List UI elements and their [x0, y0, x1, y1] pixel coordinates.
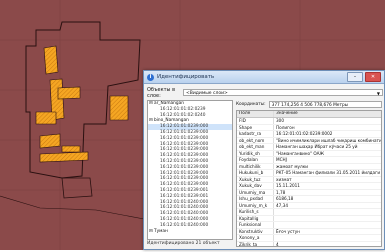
field-name-cell: multichilik [237, 163, 274, 169]
dialog-titlebar[interactable]: i Идентифицировать – ✕ [144, 71, 384, 84]
tree-item-label: 16:12:01:01:0239:000 [160, 141, 209, 147]
field-value-cell [274, 222, 381, 228]
road-line [0, 195, 161, 223]
tree-item-label: 16:12:01:01:02:0240 [160, 112, 206, 118]
building-parcel[interactable] [39, 151, 89, 163]
column-header-value[interactable]: Значение [274, 111, 381, 117]
coords-value[interactable]: 377 174,256 4 506 778,676 Метры [268, 100, 382, 108]
field-value-cell: 4 [276, 241, 279, 247]
field-name-cell: Zikrik_ta [237, 241, 274, 246]
info-icon: i [147, 73, 154, 81]
field-name-cell: Konstruktiv [237, 228, 274, 234]
field-value-cell: РКТ-05 Наманган филиали 31.05.2011 йилда… [276, 170, 381, 175]
field-name-cell: Yuridik_sh [237, 150, 274, 156]
identify-dialog: i Идентифицировать – ✕ Объекты в слое: <… [143, 70, 385, 250]
tree-item-label: 16:12:01:01:0239:000 [160, 153, 209, 159]
field-name-cell: Foydalan [237, 157, 274, 163]
column-header-field[interactable]: Поле [237, 111, 274, 117]
tree-item-label: 16:12:01:01:0240:000 [160, 216, 209, 222]
results-tree[interactable]: ⊟ ar_Namangan 16:12:01:01:02:0239 16:12:01… [147, 100, 233, 240]
building-parcel[interactable] [57, 86, 81, 100]
dialog-title: Идентифицировать [157, 74, 215, 80]
coords-row: Координаты: 377 174,256 4 506 778,676 Ме… [236, 100, 382, 108]
field-name-cell: kadastr_ra [237, 131, 274, 137]
tree-item-label: 16:12:01:01:0239:000 [160, 170, 209, 176]
field-value-cell [274, 209, 381, 215]
field-name-cell: ob_ekt_nom [237, 137, 274, 143]
field-name-cell: Funksional [237, 222, 274, 228]
field-value-cell: "Вино ичимликлари ишлаб чиқариш комбинат… [276, 137, 381, 143]
field-name-cell: Ishu_pxdad [237, 196, 274, 202]
building-parcel[interactable] [43, 45, 59, 75]
field-value-cell [274, 216, 381, 222]
field-value-cell: 300 [276, 118, 284, 123]
field-value-cell: хизмат [276, 176, 292, 182]
table-row[interactable]: Zikrik_ta 4 [237, 241, 381, 247]
tree-item-label: 16:12:01:01:0240:000 [160, 222, 209, 228]
field-value-cell: "Наманганвино" ОАЖ [276, 150, 325, 156]
tree-item-label: bino_Namangan [153, 118, 189, 124]
field-value-cell: 16:12:01:01:02:0239:0002 [276, 131, 333, 136]
field-name-cell: Xonony_a [237, 235, 274, 241]
field-name-cell: Kurilish_s [237, 209, 274, 215]
field-name-cell: Shape [237, 124, 274, 130]
parcel-outline[interactable] [61, 177, 93, 199]
chevron-down-icon: ▼ [376, 91, 380, 96]
field-value-cell [274, 235, 381, 241]
field-name-cell: Umumiy_ma [237, 189, 274, 195]
field-name-cell: Xukuk_tuz [237, 176, 274, 182]
coords-label: Координаты: [236, 101, 266, 107]
tree-item-label: 16:12:01:01:0239:001 [160, 193, 209, 199]
grid-header: Поле Значение [237, 111, 381, 118]
tree-item-label: 16:12:01:01:0239:000 [160, 182, 209, 188]
status-text: Идентифицировано 21 объект [147, 241, 220, 246]
minimize-button[interactable]: – [347, 72, 363, 82]
attributes-grid[interactable]: Поле Значение FID 300 Shape Полигон kadastr_… [236, 110, 382, 247]
tree-item-label: 16:12:01:01:0239:000 [160, 158, 209, 164]
field-value-cell: 15.11.2011 [276, 183, 300, 188]
layer-select-value: <Видимые слои> [186, 91, 228, 96]
tree-item-label: 16:12:01:01:0239:000 [160, 176, 209, 182]
field-value-cell: Полигон [276, 124, 295, 130]
layer-row: Объекты в слое: <Видимые слои> ▼ [147, 86, 383, 99]
field-name-cell: ob_ekt_man [237, 144, 274, 150]
close-button[interactable]: ✕ [365, 72, 381, 82]
layer-label: Объекты в слое: [147, 86, 176, 99]
field-name-cell: Xukuk_dav [237, 183, 274, 189]
field-value-cell: Ёғоч устун [276, 228, 300, 234]
tree-layer-node[interactable]: ⊟ Туман [148, 229, 232, 235]
tree-item-label: 16:12:01:01:0240:000 [160, 199, 209, 205]
layer-select[interactable]: <Видимые слои> ▼ [183, 89, 383, 96]
tree-item-label: 16:12:01:01:0240:000 [160, 205, 209, 211]
field-value-cell: 1,78 [276, 189, 286, 195]
field-value-cell: 6186,18 [276, 196, 294, 201]
tree-item-label: Туман [153, 228, 168, 234]
tree-item-label: ar_Namangan [153, 101, 184, 106]
tree-item-label: 16:12:01:01:0239:000 [160, 164, 209, 170]
tree-item-label: 16:12:01:01:0239:001 [160, 187, 209, 193]
building-parcel[interactable] [109, 95, 129, 121]
tree-item-label: 16:12:01:01:0239:000 [160, 129, 209, 135]
tree-item-label: 16:12:01:01:0239:000 [160, 147, 209, 153]
field-value-cell: 47,34 [276, 202, 288, 208]
tree-item-label: 16:12:01:01:02:0239 [160, 106, 206, 112]
tree-item-label: 16:12:01:01:0239:000 [160, 135, 209, 141]
tree-item-label: 16:12:01:01:0240:000 [160, 211, 209, 217]
field-value-cell: жамоат мулки [276, 163, 308, 169]
field-name-cell: Kapitallig [237, 215, 274, 221]
building-parcel[interactable] [39, 133, 61, 149]
building-parcel[interactable] [61, 145, 81, 153]
field-name-cell: Hukukuni_b [237, 170, 274, 176]
field-name-cell: Umumiy_m_k [237, 202, 274, 208]
tree-item-label: 16:12:01:01:0239:000 [160, 124, 209, 130]
field-name-cell: FID [237, 118, 274, 124]
field-value-cell: Наманган шаҳар Ибрат кўчаси 25 уй [276, 144, 358, 149]
grid-body: FID 300 Shape Полигон kadastr_ra 16:12:01:01:… [237, 118, 381, 247]
field-value-cell: MCHJ [276, 157, 287, 162]
building-parcel[interactable] [35, 111, 57, 125]
